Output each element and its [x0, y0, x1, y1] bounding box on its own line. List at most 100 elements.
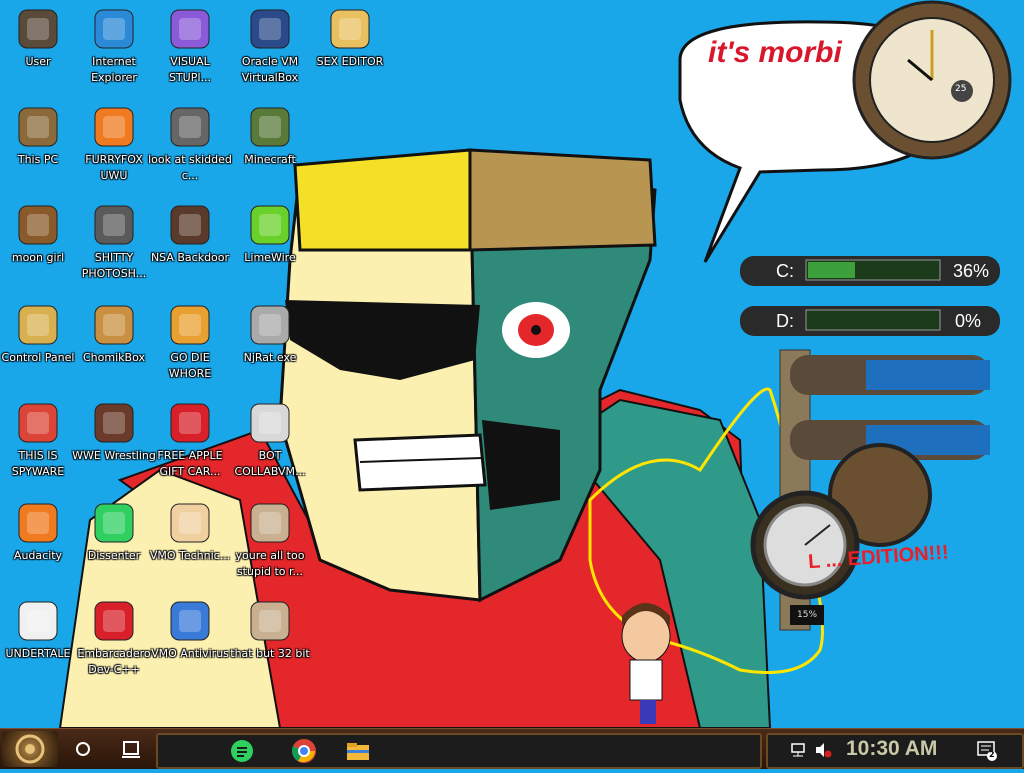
- desktop-icon-label: FREE APPLE GIFT CAR...: [157, 449, 223, 478]
- desktop-icon[interactable]: This PC: [0, 100, 80, 192]
- drive-c-label: C:: [776, 261, 794, 281]
- circle-search-icon: [76, 742, 90, 756]
- folder-icon: [347, 743, 369, 760]
- desktop-icon[interactable]: WWE Wrestling: [72, 396, 156, 488]
- network-icon[interactable]: [790, 741, 808, 763]
- desktop-icon-label: Control Panel: [1, 351, 75, 364]
- shield-icon: [167, 598, 213, 644]
- dissenter-icon: [231, 740, 253, 762]
- desktop-icon-label: Audacity: [13, 549, 63, 562]
- desktop-icon[interactable]: GO DIE WHORE: [148, 298, 232, 390]
- desktop-icon-label: BOT COLLABVM...: [234, 449, 306, 478]
- desktop-icon-label: UNDERTALE: [5, 647, 71, 660]
- desktop-icon[interactable]: UNDERTALE: [0, 594, 80, 686]
- desktop-icon-label: Minecraft: [244, 153, 296, 166]
- desktop-icon[interactable]: LimeWire: [228, 198, 312, 290]
- desktop-icon[interactable]: THIS IS SPYWARE: [0, 396, 80, 488]
- desktop-icon[interactable]: moon girl: [0, 198, 80, 290]
- virtualbox-icon: [247, 6, 293, 52]
- firefox-icon: [91, 104, 137, 150]
- desktop-icon-label: look at skidded c...: [148, 153, 232, 182]
- desktop-icon[interactable]: that but 32 bit: [228, 594, 312, 686]
- desktop-icon[interactable]: Oracle VM VirtualBox: [228, 2, 312, 94]
- desktop-icon-label: User: [25, 55, 51, 68]
- desktop-icon[interactable]: youre all too stupid to r...: [228, 496, 312, 588]
- gimp-icon: [91, 202, 137, 248]
- desktop-icon-label: moon girl: [11, 251, 65, 264]
- radio-box-icon: [167, 202, 213, 248]
- desktop-icon[interactable]: Dissenter: [72, 496, 156, 588]
- desktop-icon[interactable]: look at skidded c...: [148, 100, 232, 192]
- desktop-icon[interactable]: Control Panel: [0, 298, 80, 390]
- desktop-icon-label: Dissenter: [87, 549, 141, 562]
- desktop-icon-label: SHITTY PHOTOSH...: [81, 251, 147, 280]
- hex-editor-icon: [327, 6, 373, 52]
- portrait-icon: [247, 598, 293, 644]
- chrome-icon: [15, 400, 61, 446]
- desktop-icon[interactable]: Internet Explorer: [72, 2, 156, 94]
- desktop-icon[interactable]: NSA Backdoor: [148, 198, 232, 290]
- desktop-icon-label: ChomikBox: [83, 351, 145, 364]
- taskbar-dissenter[interactable]: [228, 737, 256, 765]
- desktop-icon[interactable]: Embarcadero Dev-C++: [72, 594, 156, 686]
- minecraft-icon: [247, 104, 293, 150]
- desktop-icon-label: GO DIE WHORE: [168, 351, 212, 380]
- drive-d-percent: 0%: [955, 311, 982, 331]
- lightbulb-icon: [15, 302, 61, 348]
- desktop-icon[interactable]: Audacity: [0, 496, 80, 588]
- oven-icon: [91, 400, 137, 446]
- taskbar-clock[interactable]: 10:30 AM: [846, 737, 937, 761]
- gauge-percent: 15%: [797, 610, 818, 620]
- desktop-icon[interactable]: VMO Antivirus: [148, 594, 232, 686]
- desktop-icon[interactable]: BOT COLLABVM...: [228, 396, 312, 488]
- taskbar-file-explorer[interactable]: [344, 737, 372, 765]
- desktop-icon-label: Embarcadero Dev-C++: [77, 647, 151, 676]
- desktop-icon[interactable]: Minecraft: [228, 100, 312, 192]
- start-button[interactable]: [2, 731, 58, 767]
- apple-icon: [167, 400, 213, 446]
- desktop-icon[interactable]: NjRat.exe: [228, 298, 312, 390]
- edge-browser-icon: [91, 6, 137, 52]
- task-view-button[interactable]: [114, 729, 148, 769]
- unity-icon: [15, 598, 61, 644]
- desktop-icon-label: VMO Antivirus: [151, 647, 229, 660]
- drive-c-percent: 36%: [953, 261, 990, 281]
- notifications-button[interactable]: 2: [976, 740, 998, 762]
- pinned-apps: [156, 733, 762, 769]
- speech-bubble-text: it's morbi: [708, 36, 842, 69]
- desktop-icon[interactable]: ChomikBox: [72, 298, 156, 390]
- desktop-icon-label: youre all too stupid to r...: [235, 549, 305, 578]
- devcpp-icon: [91, 598, 137, 644]
- chrome-icon: [292, 739, 316, 763]
- audacity-icon: [15, 500, 61, 546]
- skull-icon: [247, 302, 293, 348]
- desktop-icon-label: LimeWire: [244, 251, 296, 264]
- desktop-icon[interactable]: User: [0, 2, 80, 94]
- task-view-icon: [122, 741, 140, 758]
- clock-day: 25: [955, 84, 967, 94]
- desktop-icon-label: FURRYFOX UWU: [85, 153, 143, 182]
- desktop-icon-label: SEX EDITOR: [316, 55, 384, 68]
- desktop-icon[interactable]: VMO Technic...: [148, 496, 232, 588]
- desktop-icon[interactable]: FREE APPLE GIFT CAR...: [148, 396, 232, 488]
- desktop-icon-label: that but 32 bit: [230, 647, 310, 660]
- desktop-icon-label: NjRat.exe: [243, 351, 297, 364]
- desktop-icon[interactable]: FURRYFOX UWU: [72, 100, 156, 192]
- doctor-icon: [167, 500, 213, 546]
- volume-muted-icon[interactable]: [814, 741, 832, 763]
- desktop-icon[interactable]: SHITTY PHOTOSH...: [72, 198, 156, 290]
- desktop-icon-label: WWE Wrestling: [72, 449, 156, 462]
- drive-d-label: D:: [776, 311, 794, 331]
- desktop-icon[interactable]: VISUAL STUPI...: [148, 2, 232, 94]
- desktop-icon-label: Internet Explorer: [91, 55, 137, 84]
- de-file-icon: [167, 302, 213, 348]
- taskbar: 10:30 AM 2: [0, 728, 1024, 769]
- taskbar-chrome[interactable]: [290, 737, 318, 765]
- desktop-icon-label: VISUAL STUPI...: [168, 55, 212, 84]
- portrait-icon: [247, 500, 293, 546]
- search-button[interactable]: [68, 729, 98, 769]
- desktop-icon[interactable]: SEX EDITOR: [308, 2, 392, 94]
- desktop-icon-label: THIS IS SPYWARE: [11, 449, 65, 478]
- notification-icon: [977, 741, 997, 761]
- safe-icon: [15, 6, 61, 52]
